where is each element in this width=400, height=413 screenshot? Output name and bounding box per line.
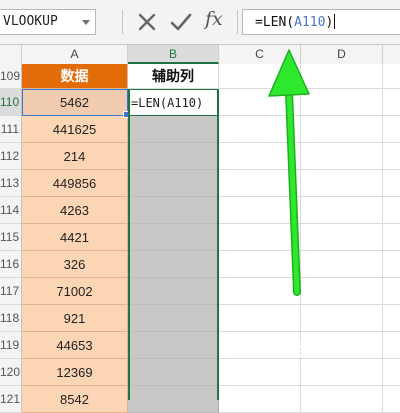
cell-b[interactable] [128, 251, 219, 278]
cell-a[interactable]: 4421 [22, 224, 128, 251]
cell-b[interactable] [128, 359, 219, 386]
cell-e[interactable] [383, 116, 400, 143]
cell-a[interactable]: 449856 [22, 170, 128, 197]
cell-e[interactable] [383, 278, 400, 305]
cell-e[interactable] [383, 305, 400, 332]
formula-input[interactable]: =LEN(A110) [242, 9, 400, 35]
formula-bar: VLOOKUP fx =LEN(A110) [0, 0, 400, 45]
chevron-down-icon[interactable] [82, 20, 90, 25]
cell-a[interactable]: 44653 [22, 332, 128, 359]
check-icon[interactable] [168, 11, 194, 33]
cell-a[interactable]: 326 [22, 251, 128, 278]
cell-d[interactable] [301, 116, 383, 143]
cell-e[interactable] [383, 197, 400, 224]
cell-b[interactable] [128, 332, 219, 359]
cell-e[interactable] [383, 170, 400, 197]
cell-c[interactable] [219, 116, 301, 143]
cell-c[interactable] [219, 305, 301, 332]
cell-d[interactable] [301, 251, 383, 278]
row-header[interactable]: 116 [0, 251, 22, 278]
row-header[interactable]: 115 [0, 224, 22, 251]
cell-b[interactable] [128, 143, 219, 170]
cell-e[interactable] [383, 251, 400, 278]
cell-c[interactable] [219, 170, 301, 197]
cell-d[interactable] [301, 278, 383, 305]
cell-d[interactable] [301, 224, 383, 251]
close-icon[interactable] [134, 11, 160, 33]
formula-reference: A110 [294, 15, 326, 30]
cell-c[interactable] [219, 332, 301, 359]
cell-c[interactable] [219, 359, 301, 386]
name-box[interactable]: VLOOKUP [0, 9, 96, 35]
row-header[interactable]: 118 [0, 305, 22, 332]
cell-c[interactable] [219, 278, 301, 305]
cell-c[interactable] [219, 89, 301, 116]
cell-c[interactable] [219, 64, 301, 89]
column-header-e[interactable] [383, 45, 400, 64]
cell-a[interactable]: 921 [22, 305, 128, 332]
cell-e[interactable] [383, 332, 400, 359]
column-header-b[interactable]: B [128, 45, 219, 64]
cell-d[interactable] [301, 170, 383, 197]
cell-a[interactable]: 4263 [22, 197, 128, 224]
row-header[interactable]: 110 [0, 89, 22, 116]
row-header[interactable]: 111 [0, 116, 22, 143]
watermark-tagline: 助你轻松解决 [292, 362, 353, 372]
cell-b[interactable] [128, 116, 219, 143]
cell-b[interactable] [128, 305, 219, 332]
cell-d[interactable] [301, 305, 383, 332]
cell-a[interactable]: 5462 [22, 89, 128, 116]
cell-b[interactable] [128, 224, 219, 251]
row-header[interactable]: 112 [0, 143, 22, 170]
row-header[interactable]: 113 [0, 170, 22, 197]
cell-d[interactable] [301, 89, 383, 116]
cell-e[interactable] [383, 224, 400, 251]
formula-text: =LEN(A110) [255, 14, 336, 30]
column-header-d[interactable]: D [301, 45, 383, 64]
cell-c[interactable] [219, 224, 301, 251]
row-header[interactable]: 109 [0, 64, 22, 89]
column-headers: A B C D [0, 45, 400, 65]
cell-a[interactable]: 12369 [22, 359, 128, 386]
row-header[interactable]: 120 [0, 359, 22, 386]
cell-a[interactable]: 441625 [22, 116, 128, 143]
row-header[interactable]: 119 [0, 332, 22, 359]
cell-b[interactable] [128, 197, 219, 224]
cell-d[interactable] [301, 64, 383, 89]
header-cell-helper[interactable]: 辅助列 [128, 64, 219, 89]
cell-b[interactable] [128, 170, 219, 197]
select-all-corner[interactable] [0, 45, 22, 64]
toolbar-divider [237, 10, 238, 34]
cell-e[interactable] [383, 89, 400, 116]
cell-e[interactable] [383, 64, 400, 89]
cell-d[interactable] [301, 197, 383, 224]
cell-e[interactable] [383, 359, 400, 386]
cell-a[interactable]: 214 [22, 143, 128, 170]
row-header[interactable]: 117 [0, 278, 22, 305]
toolbar-divider [122, 10, 123, 34]
text-caret [334, 14, 336, 29]
column-header-c[interactable]: C [219, 45, 301, 64]
cell-c[interactable] [219, 251, 301, 278]
cell-a[interactable]: 71002 [22, 278, 128, 305]
cell-c[interactable] [219, 143, 301, 170]
cell-c[interactable] [219, 197, 301, 224]
watermark-logo: 百科全说 [290, 340, 366, 360]
name-box-value: VLOOKUP [3, 14, 58, 29]
active-cell-editor[interactable]: =LEN(A110) [128, 89, 219, 116]
insert-function-button[interactable]: fx [205, 8, 223, 30]
cell-b[interactable] [128, 278, 219, 305]
header-cell-data[interactable]: 数据 [22, 64, 128, 89]
row-header[interactable]: 114 [0, 197, 22, 224]
column-header-a[interactable]: A [22, 45, 128, 64]
cell-d[interactable] [301, 143, 383, 170]
cell-e[interactable] [383, 143, 400, 170]
